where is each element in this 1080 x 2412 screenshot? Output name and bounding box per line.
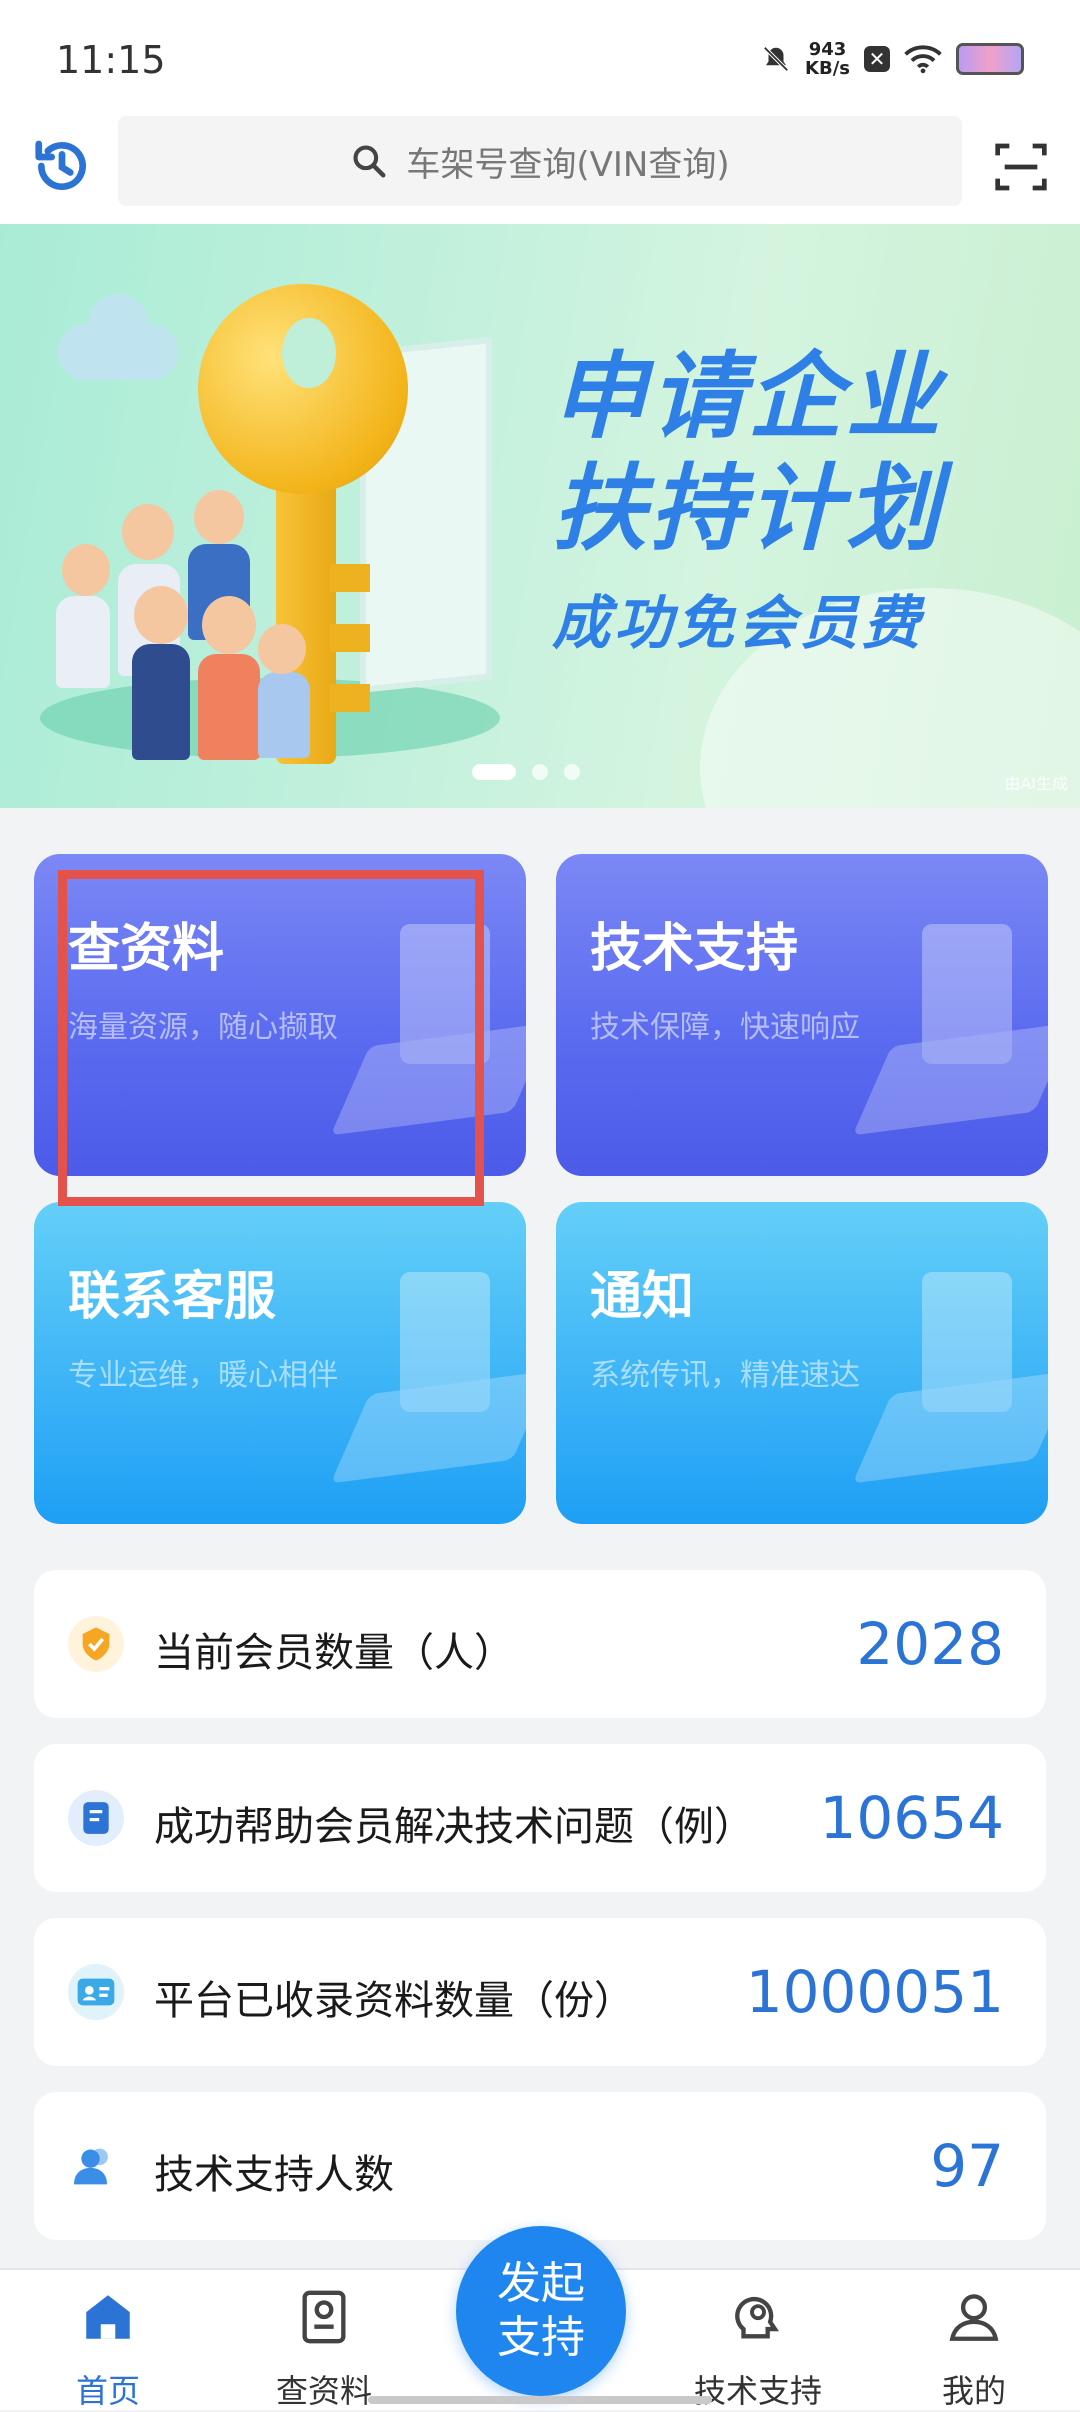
key-hole xyxy=(282,318,336,388)
stat-value: 97 xyxy=(930,2132,1004,2200)
status-time: 11:15 xyxy=(56,38,166,82)
document-icon xyxy=(68,1790,124,1846)
search-icon xyxy=(353,145,386,178)
stat-label: 平台已收录资料数量（份） xyxy=(154,1978,634,2024)
person-illustration xyxy=(56,596,110,688)
net-speed-unit: KB/s xyxy=(805,58,850,79)
stat-value: 10654 xyxy=(819,1784,1004,1852)
search-placeholder: 车架号查询(VIN查询) xyxy=(406,144,730,185)
status-icons: 943 KB/s ✕ xyxy=(761,40,1024,78)
history-icon xyxy=(35,140,87,190)
person-head xyxy=(62,544,110,596)
nav-label: 首页 xyxy=(75,2372,140,2410)
chat-bubble-illustration xyxy=(852,914,1048,1136)
promo-banner[interactable]: 申请企业 扶持计划 成功免会员费 由AI生成 xyxy=(0,224,1080,808)
ai-generated-tag: 由AI生成 xyxy=(1004,774,1068,793)
support-head-icon xyxy=(735,2296,779,2339)
stat-support-staff: 技术支持人数 97 xyxy=(34,2092,1046,2240)
card-subtitle: 专业运维，暖心相伴 xyxy=(68,1358,338,1393)
history-button[interactable] xyxy=(26,130,98,202)
people-icon xyxy=(68,2138,124,2194)
stat-value: 2028 xyxy=(856,1610,1004,1678)
pagination-dot[interactable] xyxy=(564,764,580,780)
document-search-icon xyxy=(302,2290,346,2344)
pagination-dot[interactable] xyxy=(532,764,548,780)
nav-profile[interactable]: 我的 xyxy=(894,2288,1054,2412)
person-head xyxy=(202,596,256,654)
close-box-icon: ✕ xyxy=(864,46,890,72)
nav-tech-support[interactable]: 技术支持 xyxy=(678,2288,838,2412)
person-illustration xyxy=(258,672,310,758)
stat-label: 成功帮助会员解决技术问题（例） xyxy=(154,1804,754,1850)
nav-label: 我的 xyxy=(941,2372,1006,2410)
banner-pagination xyxy=(472,764,580,780)
card-subtitle: 系统传讯，精准速达 xyxy=(590,1358,860,1393)
wifi-icon xyxy=(904,45,942,74)
search-input[interactable]: 车架号查询(VIN查询) xyxy=(118,116,962,206)
home-indicator[interactable] xyxy=(368,2396,712,2404)
battery-icon xyxy=(956,43,1024,75)
cube-illustration xyxy=(330,1262,526,1484)
stat-members: 当前会员数量（人） 2028 xyxy=(34,1570,1046,1718)
status-bar: 11:15 943 KB/s ✕ xyxy=(0,0,1080,110)
network-speed: 943 KB/s xyxy=(805,40,850,78)
stat-value: 1000051 xyxy=(745,1958,1004,2026)
highlight-overlay xyxy=(58,870,484,1206)
card-subtitle: 技术保障，快速响应 xyxy=(590,1010,860,1045)
card-title: 联系客服 xyxy=(68,1267,277,1327)
stat-materials-count: 平台已收录资料数量（份） 1000051 xyxy=(34,1918,1046,2066)
stat-problems-solved: 成功帮助会员解决技术问题（例） 10654 xyxy=(34,1744,1046,1892)
card-title: 技术支持 xyxy=(590,919,799,979)
fab-label-line2: 支持 xyxy=(497,2312,585,2363)
banner-title-line2: 扶持计划 xyxy=(552,455,945,564)
person-illustration xyxy=(198,654,260,760)
banner-title: 申请企业 扶持计划 xyxy=(552,342,944,566)
fab-label-line1: 发起 xyxy=(497,2258,585,2309)
net-speed-value: 943 xyxy=(808,39,847,60)
bell-muted-icon xyxy=(763,46,789,72)
key-tooth xyxy=(330,564,370,592)
cube-illustration xyxy=(852,1262,1048,1484)
id-card-icon xyxy=(68,1964,124,2020)
top-header: 车架号查询(VIN查询) xyxy=(0,110,1080,224)
person-illustration xyxy=(132,644,190,760)
banner-subtitle: 成功免会员费 xyxy=(552,589,925,657)
banner-title-line1: 申请企业 xyxy=(552,343,945,452)
pagination-dot[interactable] xyxy=(472,764,516,780)
home-icon xyxy=(86,2295,130,2339)
scan-button[interactable] xyxy=(986,132,1056,202)
card-title: 通知 xyxy=(590,1267,695,1327)
person-head xyxy=(258,624,306,674)
key-illustration xyxy=(198,284,408,494)
key-tooth xyxy=(330,624,370,652)
card-contact-service[interactable]: 联系客服 专业运维，暖心相伴 xyxy=(34,1202,526,1524)
card-notifications[interactable]: 通知 系统传讯，精准速达 xyxy=(556,1202,1048,1524)
nav-query-materials[interactable]: 查资料 xyxy=(244,2288,404,2412)
badge-icon xyxy=(68,1616,124,1672)
nav-label: 查资料 xyxy=(275,2372,372,2410)
person-head xyxy=(194,490,244,544)
start-support-button[interactable]: 发起 支持 xyxy=(456,2226,626,2396)
stat-label: 当前会员数量（人） xyxy=(154,1630,514,1676)
stat-label: 技术支持人数 xyxy=(154,2152,394,2198)
profile-icon xyxy=(949,2294,999,2341)
scan-icon xyxy=(995,143,1047,191)
person-head xyxy=(122,504,174,560)
nav-home[interactable]: 首页 xyxy=(28,2288,188,2412)
card-tech-support[interactable]: 技术支持 技术保障，快速响应 xyxy=(556,854,1048,1176)
person-head xyxy=(134,586,188,644)
cloud-illustration xyxy=(58,294,178,380)
key-tooth xyxy=(330,684,370,712)
nav-label: 技术支持 xyxy=(693,2372,822,2410)
